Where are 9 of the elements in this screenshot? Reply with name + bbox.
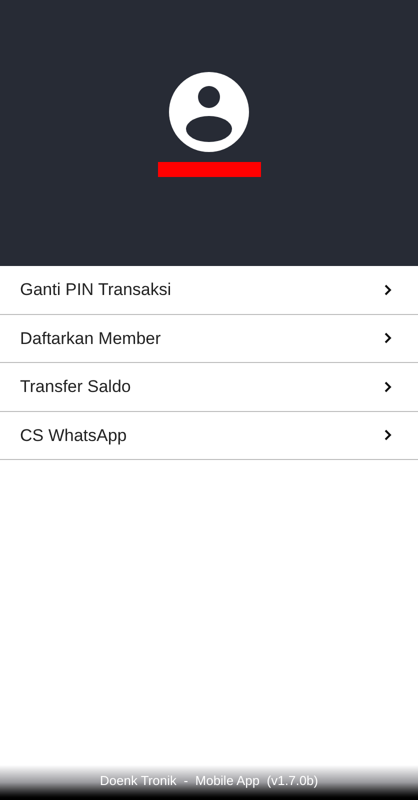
menu-item[interactable]: Daftarkan Member — [0, 314, 418, 363]
chevron-right-icon — [384, 284, 392, 296]
menu-item[interactable]: Ganti PIN Transaksi — [0, 266, 418, 314]
chevron-right-icon — [384, 429, 392, 442]
app-version-text: Doenk Tronik - Mobile App (v1.7.0b) — [100, 772, 318, 790]
menu-item[interactable]: Transfer Saldo — [0, 363, 418, 412]
chevron-right-icon — [384, 380, 392, 393]
menu-item[interactable]: CS WhatsApp — [0, 412, 418, 460]
chevron-right-icon — [384, 332, 392, 344]
